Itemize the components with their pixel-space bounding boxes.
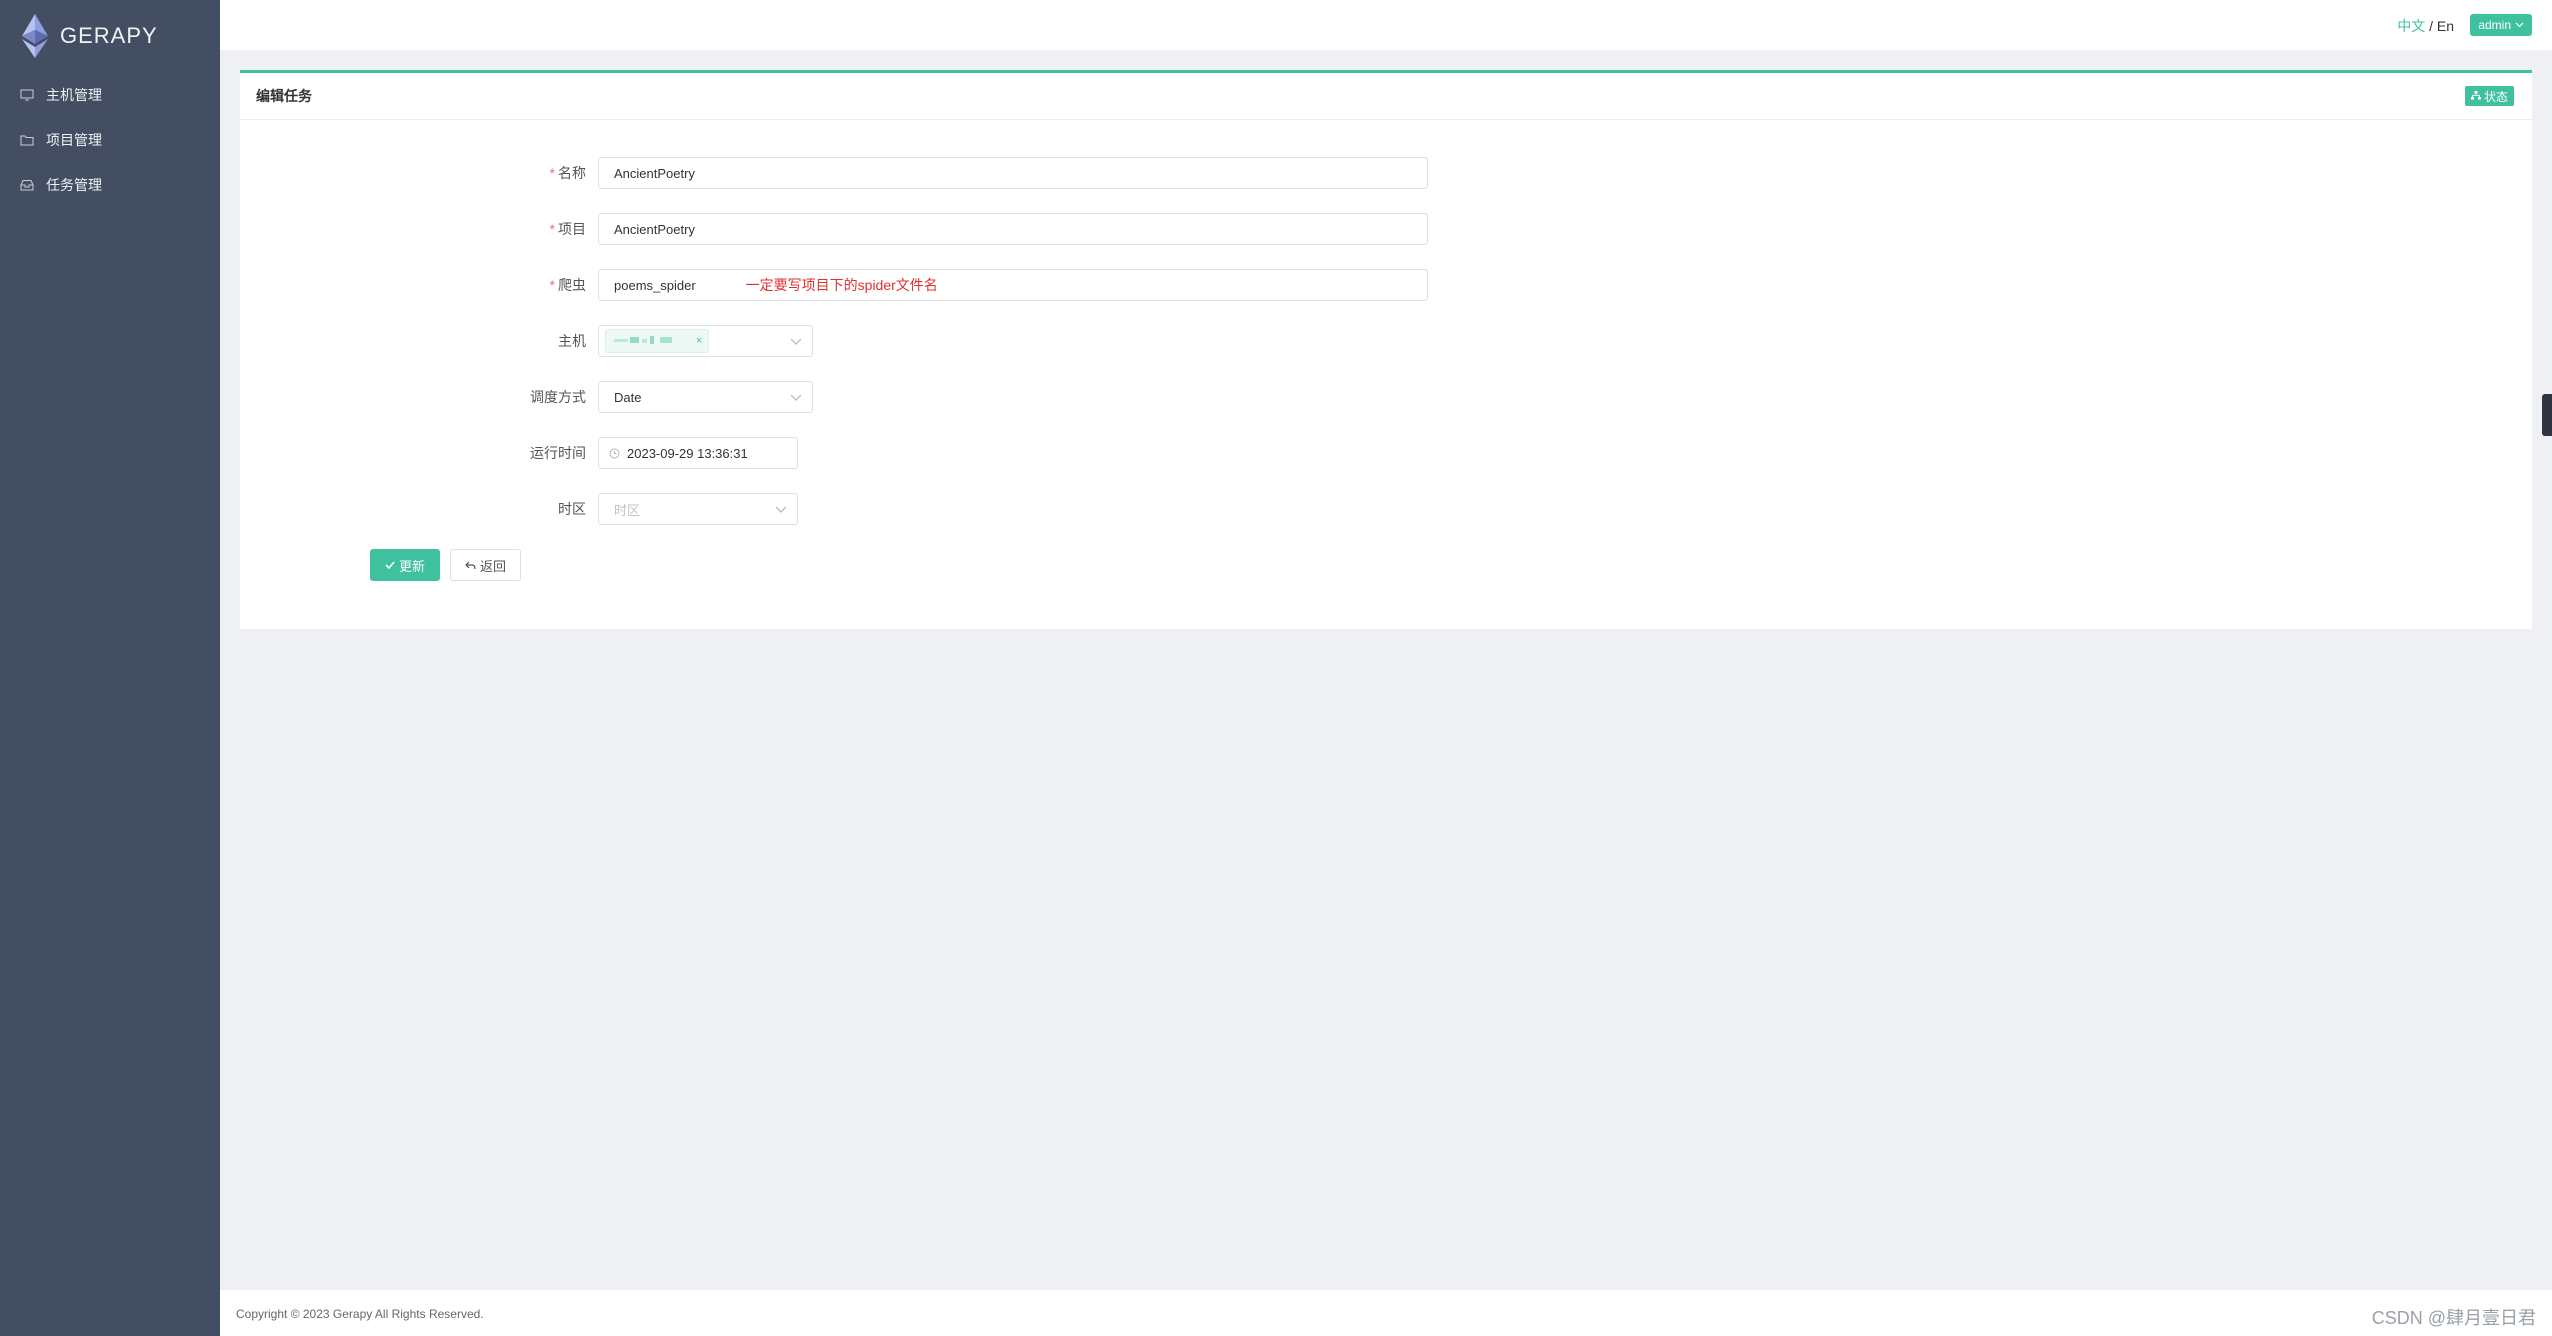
back-button-label: 返回 xyxy=(480,558,507,574)
name-input[interactable]: AncientPoetry xyxy=(598,157,1428,189)
host-tag: × xyxy=(605,329,710,353)
sidebar-item-label: 主机管理 xyxy=(46,86,102,103)
form-actions: 更新 返回 xyxy=(370,549,522,581)
edit-task-panel: 编辑任务 状态 * 名称 AncientPoetry * 项目 AncientPoe… xyxy=(240,70,2532,629)
name-input-value: AncientPoetry xyxy=(614,165,695,181)
tag-close-icon[interactable]: × xyxy=(696,335,702,347)
chevron-down-icon xyxy=(775,506,787,513)
required-mark: * xyxy=(549,221,555,237)
status-label: 状态 xyxy=(2483,89,2508,104)
project-label: * 项目 xyxy=(240,219,598,239)
chevron-down-icon xyxy=(790,338,802,345)
brand-name: GERAPY xyxy=(60,23,158,48)
required-mark: * xyxy=(549,277,555,293)
host-label-text: 主机 xyxy=(558,333,586,349)
check-icon xyxy=(385,561,395,569)
run-time-label-text: 运行时间 xyxy=(530,445,586,461)
timezone-label: 时区 xyxy=(240,499,598,519)
user-menu-button[interactable]: admin xyxy=(2470,14,2532,36)
lang-en-link[interactable]: En xyxy=(2437,18,2454,34)
language-switcher: 中文 / En xyxy=(2397,16,2454,36)
run-time-picker[interactable]: 2023-09-29 13:36:31 xyxy=(598,437,798,469)
host-tag-value-blurred xyxy=(612,334,690,349)
project-label-text: 项目 xyxy=(558,221,586,237)
folder-icon xyxy=(20,134,34,146)
chevron-down-icon xyxy=(2515,22,2524,28)
spider-input-value: poems_spider xyxy=(614,277,696,293)
form-row-host: 主机 × xyxy=(240,325,813,357)
watermark-text: CSDN @肆月壹日君 xyxy=(2371,1308,2536,1328)
clock-icon xyxy=(609,448,620,459)
schedule-label: 调度方式 xyxy=(240,387,598,407)
reply-icon xyxy=(465,561,476,570)
sidebar: GERAPY 主机管理 项目管理 任务管理 xyxy=(0,0,220,1336)
project-input-value: AncientPoetry xyxy=(614,221,695,237)
update-button[interactable]: 更新 xyxy=(370,549,441,581)
user-name: admin xyxy=(2478,18,2511,32)
timezone-select[interactable]: 时区 xyxy=(598,493,798,525)
form-row-name: * 名称 AncientPoetry xyxy=(240,157,1428,189)
sidebar-item-projects[interactable]: 项目管理 xyxy=(0,117,220,162)
form-row-project: * 项目 AncientPoetry xyxy=(240,213,1428,245)
spider-annotation-note: 一定要写项目下的spider文件名 xyxy=(745,277,938,293)
copyright-text: Copyright © 2023 Gerapy All Rights Reser… xyxy=(236,1307,484,1321)
lang-zh-link[interactable]: 中文 xyxy=(2397,18,2425,34)
timezone-label-text: 时区 xyxy=(558,501,586,517)
sidebar-item-label: 项目管理 xyxy=(46,131,102,148)
logo[interactable]: GERAPY xyxy=(20,14,158,58)
run-time-label: 运行时间 xyxy=(240,443,598,463)
page-title: 编辑任务 xyxy=(256,88,312,104)
spider-input[interactable]: poems_spider 一定要写项目下的spider文件名 xyxy=(598,269,1428,301)
spider-label-text: 爬虫 xyxy=(558,277,586,293)
form-row-timezone: 时区 时区 xyxy=(240,493,798,525)
form-row-schedule: 调度方式 Date xyxy=(240,381,813,413)
form-row-run-time: 运行时间 2023-09-29 13:36:31 xyxy=(240,437,798,469)
spider-label: * 爬虫 xyxy=(240,275,598,295)
chevron-down-icon xyxy=(790,394,802,401)
name-label-text: 名称 xyxy=(558,165,586,181)
required-mark: * xyxy=(549,165,555,181)
top-bar: 中文 / En admin xyxy=(220,0,2552,50)
sidebar-menu: 主机管理 项目管理 任务管理 xyxy=(0,72,220,207)
side-drawer-handle[interactable] xyxy=(2542,394,2552,436)
back-button[interactable]: 返回 xyxy=(450,549,522,581)
project-input[interactable]: AncientPoetry xyxy=(598,213,1428,245)
name-label: * 名称 xyxy=(240,163,598,183)
form-row-spider: * 爬虫 poems_spider 一定要写项目下的spider文件名 xyxy=(240,269,1428,301)
status-button[interactable]: 状态 xyxy=(2464,86,2514,106)
sitemap-icon xyxy=(2470,89,2481,103)
inbox-icon xyxy=(20,179,34,191)
schedule-label-text: 调度方式 xyxy=(530,389,586,405)
footer: Copyright © 2023 Gerapy All Rights Reser… xyxy=(220,1290,2552,1336)
host-label: 主机 xyxy=(240,331,598,351)
timezone-placeholder: 时区 xyxy=(614,502,641,518)
lang-separator: / xyxy=(2425,18,2437,34)
panel-header: 编辑任务 状态 xyxy=(240,73,2532,120)
sidebar-item-hosts[interactable]: 主机管理 xyxy=(0,72,220,117)
sidebar-item-tasks[interactable]: 任务管理 xyxy=(0,162,220,207)
schedule-select-value: Date xyxy=(614,389,642,405)
sidebar-item-label: 任务管理 xyxy=(46,176,102,193)
run-time-value: 2023-09-29 13:36:31 xyxy=(627,445,748,461)
ethereum-logo-icon xyxy=(22,14,48,58)
schedule-select[interactable]: Date xyxy=(598,381,813,413)
update-button-label: 更新 xyxy=(399,558,426,574)
host-select[interactable]: × xyxy=(598,325,813,357)
monitor-icon xyxy=(20,89,34,101)
